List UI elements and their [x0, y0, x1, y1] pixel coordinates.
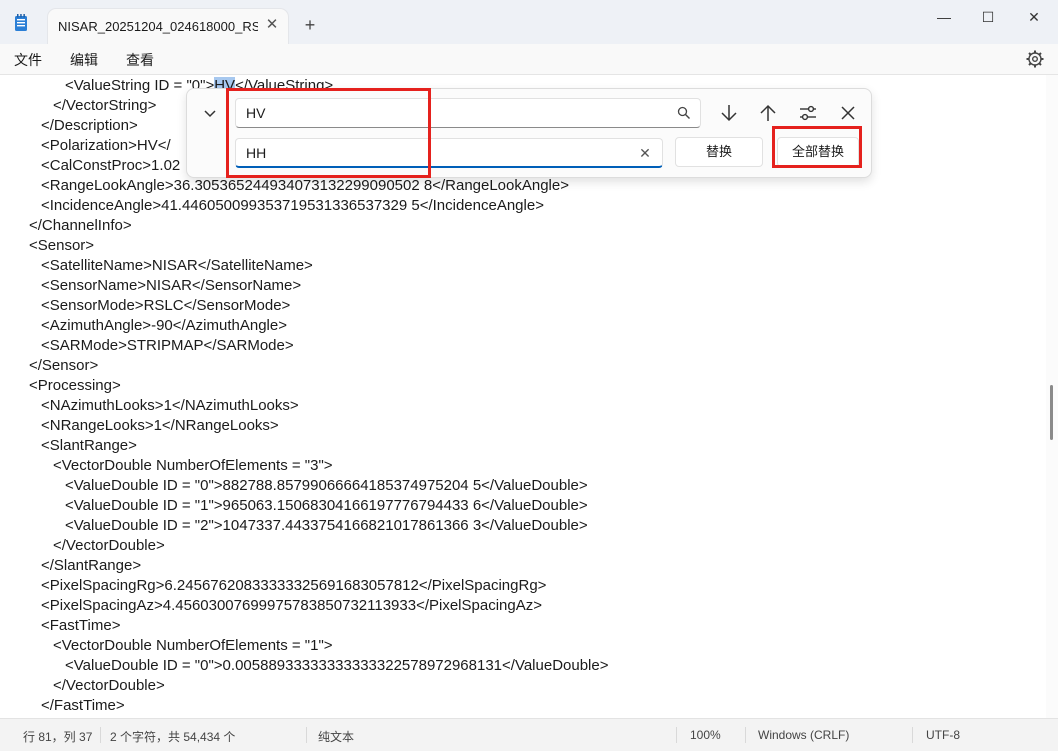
- editor-line: </ChannelInfo>: [29, 217, 132, 234]
- editor-line: <PixelSpacingAz>4.4560300769997578385073…: [41, 597, 542, 614]
- editor-line: <Sensor>: [29, 237, 95, 254]
- editor-line: <AzimuthAngle>-90</AzimuthAngle>: [41, 317, 287, 334]
- chevron-down-icon[interactable]: [199, 103, 221, 123]
- editor-line: <SlantRange>: [41, 437, 137, 454]
- close-panel-icon[interactable]: [835, 101, 861, 125]
- status-encoding[interactable]: UTF-8: [926, 728, 960, 742]
- search-options-sliders-icon[interactable]: [795, 101, 821, 125]
- editor-line: <SensorName>NISAR</SensorName>: [41, 277, 302, 294]
- editor-line: <SARMode>STRIPMAP</SARMode>: [41, 337, 294, 354]
- editor-line: </VectorDouble>: [53, 537, 165, 554]
- editor-line: </Description>: [41, 117, 138, 134]
- menu-view[interactable]: 查看: [126, 50, 154, 70]
- editor-line: <ValueDouble ID = "0">882788.85799066664…: [65, 477, 588, 494]
- status-zoom[interactable]: 100%: [690, 728, 721, 742]
- status-format: 纯文本: [318, 730, 355, 744]
- replace-button[interactable]: 替换: [675, 137, 763, 167]
- annotation-box-inputs: [226, 88, 431, 178]
- editor-line: <CalConstProc>1.02: [41, 157, 181, 174]
- editor-line: <RangeLookAngle>36.305365244934073132299…: [41, 177, 569, 194]
- find-previous-arrow-up-icon[interactable]: [755, 101, 781, 125]
- editor-line: <Processing>: [29, 377, 121, 394]
- close-button[interactable]: ✕: [1017, 6, 1051, 28]
- vertical-scrollbar[interactable]: [1046, 75, 1058, 718]
- editor-line: <PixelSpacingRg>6.2456762083333332569168…: [41, 577, 547, 594]
- editor-line: <NAzimuthLooks>1</NAzimuthLooks>: [41, 397, 299, 414]
- editor-line: <IncidenceAngle>41.446050099353719531336…: [41, 197, 544, 214]
- editor-line: <VectorDouble NumberOfElements = "1">: [53, 637, 333, 654]
- clear-replace-icon[interactable]: ✕: [637, 145, 653, 161]
- tab-document[interactable]: NISAR_20251204_024618000_RSLC_ ✕: [48, 9, 288, 44]
- status-bar: 行 81，列 37 2 个字符，共 54,434 个 纯文本 100% Wind…: [0, 718, 1058, 751]
- scrollbar-thumb[interactable]: [1050, 385, 1053, 440]
- menu-file[interactable]: 文件: [14, 50, 42, 70]
- editor-line: <ValueDouble ID = "2">1047337.4433754166…: [65, 517, 588, 534]
- maximize-button[interactable]: ☐: [971, 6, 1005, 28]
- editor-line: <Polarization>HV</: [41, 137, 171, 154]
- settings-gear-icon[interactable]: [1026, 50, 1044, 68]
- editor-line: <SatelliteName>NISAR</SatelliteName>: [41, 257, 313, 274]
- editor-line: <ValueDouble ID = "0">0.0058893333333333…: [65, 657, 609, 674]
- title-bar: NISAR_20251204_024618000_RSLC_ ✕ + — ☐ ✕: [0, 0, 1058, 44]
- minimize-button[interactable]: —: [927, 6, 961, 28]
- status-line-ending[interactable]: Windows (CRLF): [758, 728, 849, 742]
- editor-line: </VectorString>: [53, 97, 157, 114]
- editor-line: </FastTime>: [41, 697, 125, 714]
- editor-line: </Sensor>: [29, 357, 99, 374]
- editor-line: <VectorDouble NumberOfElements = "3">: [53, 457, 333, 474]
- new-tab-icon[interactable]: +: [300, 15, 320, 35]
- tab-close-icon[interactable]: ✕: [262, 15, 282, 35]
- find-next-arrow-down-icon[interactable]: [716, 101, 742, 125]
- editor-line: </SlantRange>: [41, 557, 142, 574]
- search-icon[interactable]: [677, 106, 691, 120]
- menu-edit[interactable]: 编辑: [70, 50, 98, 70]
- notepad-app-icon: [15, 14, 27, 31]
- annotation-box-replace-all: [772, 126, 862, 168]
- status-selection-count: 2 个字符，共 54,434 个: [110, 730, 236, 744]
- tab-title: NISAR_20251204_024618000_RSLC_: [58, 19, 258, 34]
- editor-line: <SensorMode>RSLC</SensorMode>: [41, 297, 291, 314]
- status-cursor-position: 行 81，列 37: [23, 730, 93, 744]
- editor-line: <FastTime>: [41, 617, 121, 634]
- editor-line: <NRangeLooks>1</NRangeLooks>: [41, 417, 279, 434]
- editor-line: </VectorDouble>: [53, 677, 165, 694]
- menu-bar: 文件 编辑 查看: [0, 44, 1058, 75]
- editor-line: <ValueDouble ID = "1">965063.15068304166…: [65, 497, 588, 514]
